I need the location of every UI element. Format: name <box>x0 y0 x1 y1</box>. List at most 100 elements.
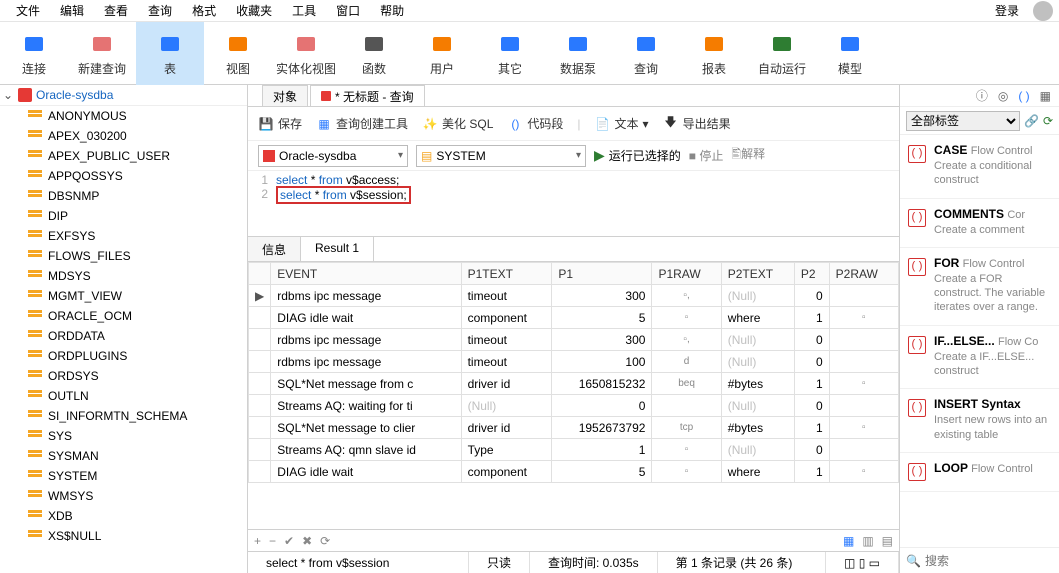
schema-item[interactable]: OUTLN <box>0 386 247 406</box>
schema-item[interactable]: DBSNMP <box>0 186 247 206</box>
avatar-icon[interactable] <box>1033 1 1053 21</box>
delete-row-button[interactable]: − <box>269 534 276 548</box>
snippet-button[interactable]: ()代码段 <box>507 115 563 132</box>
col-header[interactable]: EVENT <box>271 263 461 285</box>
menu-file[interactable]: 文件 <box>6 0 50 21</box>
snippet-list[interactable]: ()CASE Flow ControlCreate a conditional … <box>900 135 1059 547</box>
schema-item[interactable]: APPQOSSYS <box>0 166 247 186</box>
cancel-button[interactable]: ✖ <box>302 534 312 548</box>
stop-button[interactable]: ■ 停止 <box>689 147 724 164</box>
tab-result1[interactable]: Result 1 <box>301 236 374 261</box>
run-selected-button[interactable]: ▶运行已选择的 <box>594 147 681 164</box>
schema-item[interactable]: SYSMAN <box>0 446 247 466</box>
schema-item[interactable]: ORDPLUGINS <box>0 346 247 366</box>
search-input[interactable] <box>925 554 1059 568</box>
text-button[interactable]: 📄文本 ▾ <box>595 115 649 132</box>
table-row[interactable]: rdbms ipc messagetimeout100d(Null)0 <box>249 351 899 373</box>
target-icon[interactable]: ◎ <box>998 89 1008 103</box>
tool-function[interactable]: 函数 <box>340 22 408 85</box>
schema-item[interactable]: SI_INFORMTN_SCHEMA <box>0 406 247 426</box>
table-row[interactable]: Streams AQ: waiting for ti(Null)0(Null)0 <box>249 395 899 417</box>
table-row[interactable]: ▶rdbms ipc messagetimeout300▫,(Null)0 <box>249 285 899 307</box>
collapse-icon[interactable]: ⌄ <box>2 88 14 102</box>
schema-item[interactable]: ORACLE_OCM <box>0 306 247 326</box>
code-snippet-icon[interactable]: ( ) <box>1018 89 1029 103</box>
commit-button[interactable]: ✔ <box>284 534 294 548</box>
table-row[interactable]: Streams AQ: qmn slave idType1▫(Null)0 <box>249 439 899 461</box>
tool-model[interactable]: 模型 <box>816 22 884 85</box>
tool-datapump[interactable]: 数据泵 <box>544 22 612 85</box>
grid-icon[interactable]: ▦ <box>1040 89 1051 103</box>
tool-other[interactable]: 其它 <box>476 22 544 85</box>
menu-query[interactable]: 查询 <box>138 0 182 21</box>
snippet-item[interactable]: ()LOOP Flow Control <box>900 453 1059 492</box>
schema-item[interactable]: ANONYMOUS <box>0 106 247 126</box>
snippet-filter[interactable]: 全部标签 <box>906 111 1020 131</box>
schema-item[interactable]: SYS <box>0 426 247 446</box>
menu-favorites[interactable]: 收藏夹 <box>226 0 282 21</box>
snippet-item[interactable]: ()FOR Flow ControlCreate a FOR construct… <box>900 248 1059 326</box>
menu-view[interactable]: 查看 <box>94 0 138 21</box>
schema-item[interactable]: APEX_030200 <box>0 126 247 146</box>
sql-editor[interactable]: 1select * from v$access; 2select * from … <box>248 171 899 208</box>
col-header[interactable]: P2TEXT <box>721 263 794 285</box>
link-icon[interactable]: 🔗 <box>1024 114 1039 128</box>
col-header[interactable]: P1RAW <box>652 263 721 285</box>
explain-button[interactable]: 🖺解释 <box>731 145 765 166</box>
schema-item[interactable]: XS$NULL <box>0 526 247 546</box>
tool-new-query[interactable]: 新建查询 <box>68 22 136 85</box>
schema-item[interactable]: DIP <box>0 206 247 226</box>
tool-mview[interactable]: 实体化视图 <box>272 22 340 85</box>
add-row-button[interactable]: + <box>254 534 261 548</box>
schema-list[interactable]: ANONYMOUSAPEX_030200APEX_PUBLIC_USERAPPQ… <box>0 105 247 573</box>
save-button[interactable]: 💾保存 <box>258 115 302 132</box>
snippet-item[interactable]: ()INSERT Syntax Insert new rows into an … <box>900 389 1059 453</box>
connection-node[interactable]: ⌄ Oracle-sysdba <box>0 85 247 105</box>
form-view-button[interactable]: ▥ <box>862 534 873 548</box>
tool-view[interactable]: 视图 <box>204 22 272 85</box>
tool-connect[interactable]: 连接 <box>0 22 68 85</box>
snippet-item[interactable]: ()COMMENTS CorCreate a comment <box>900 199 1059 248</box>
col-header[interactable]: P2RAW <box>829 263 898 285</box>
schema-item[interactable]: ORDSYS <box>0 366 247 386</box>
connection-combo[interactable]: Oracle-sysdba ▾ <box>258 145 408 167</box>
tool-report[interactable]: 报表 <box>680 22 748 85</box>
schema-item[interactable]: MDSYS <box>0 266 247 286</box>
tool-query[interactable]: 查询 <box>612 22 680 85</box>
table-row[interactable]: SQL*Net message from cdriver id165081523… <box>249 373 899 395</box>
schema-item[interactable]: XDB <box>0 506 247 526</box>
table-row[interactable]: DIAG idle waitcomponent5▫where1▫ <box>249 461 899 483</box>
schema-combo[interactable]: ▤ SYSTEM ▾ <box>416 145 586 167</box>
schema-item[interactable]: WMSYS <box>0 486 247 506</box>
snippet-item[interactable]: ()IF...ELSE... Flow CoCreate a IF...ELSE… <box>900 326 1059 390</box>
tool-user[interactable]: 用户 <box>408 22 476 85</box>
snippet-item[interactable]: ()CASE Flow ControlCreate a conditional … <box>900 135 1059 199</box>
grid-view-button[interactable]: ▦ <box>843 534 854 548</box>
status-layout-buttons[interactable]: ◫ ▯ ▭ <box>826 552 899 573</box>
query-builder-button[interactable]: ▦查询创建工具 <box>316 115 408 132</box>
table-row[interactable]: DIAG idle waitcomponent5▫where1▫ <box>249 307 899 329</box>
schema-item[interactable]: APEX_PUBLIC_USER <box>0 146 247 166</box>
menu-help[interactable]: 帮助 <box>370 0 414 21</box>
tab-query[interactable]: * 无标题 - 查询 <box>310 85 425 106</box>
menu-format[interactable]: 格式 <box>182 0 226 21</box>
beautify-button[interactable]: ✨美化 SQL <box>422 115 493 132</box>
tab-objects[interactable]: 对象 <box>262 85 308 106</box>
refresh-icon[interactable]: ⟳ <box>1043 114 1053 128</box>
schema-item[interactable]: EXFSYS <box>0 226 247 246</box>
schema-item[interactable]: ORDDATA <box>0 326 247 346</box>
login-link[interactable]: 登录 <box>985 0 1029 21</box>
tool-autorun[interactable]: 自动运行 <box>748 22 816 85</box>
menu-edit[interactable]: 编辑 <box>50 0 94 21</box>
schema-item[interactable]: FLOWS_FILES <box>0 246 247 266</box>
view-mode-button[interactable]: ▤ <box>882 534 893 548</box>
tool-table[interactable]: 表 <box>136 22 204 85</box>
menu-tools[interactable]: 工具 <box>282 0 326 21</box>
tab-info[interactable]: 信息 <box>248 237 301 261</box>
refresh-button[interactable]: ⟳ <box>320 534 330 548</box>
col-header[interactable]: P2 <box>794 263 829 285</box>
schema-item[interactable]: MGMT_VIEW <box>0 286 247 306</box>
schema-item[interactable]: SYSTEM <box>0 466 247 486</box>
col-header[interactable]: P1TEXT <box>461 263 552 285</box>
info-icon[interactable]: ⓘ <box>976 87 988 104</box>
